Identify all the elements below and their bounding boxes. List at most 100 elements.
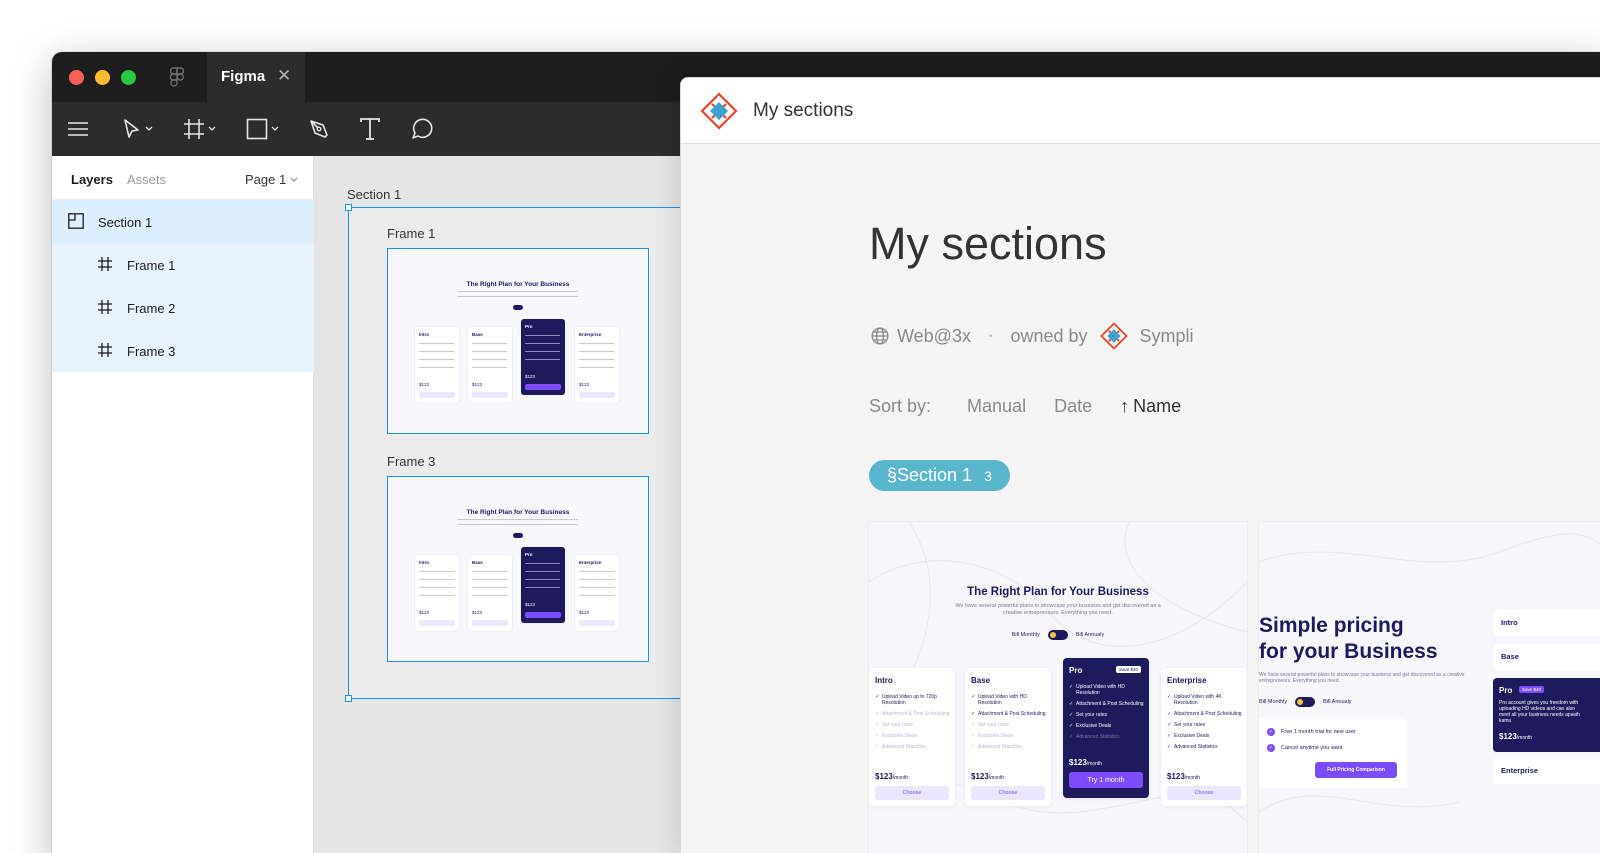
pricing-subtitle: We have several powerful plans to showca…	[1259, 672, 1465, 684]
section-title[interactable]: Section 1	[347, 187, 401, 202]
layer-row-frame-2[interactable]: Frame 2	[52, 286, 314, 329]
hash-icon	[98, 257, 112, 271]
layer-row-frame-3[interactable]: Frame 3	[52, 329, 314, 372]
tier-pro: Pro Save $40 Pro account gives you freed…	[1493, 678, 1600, 752]
owner-name[interactable]: Sympli	[1140, 326, 1194, 347]
layer-row-section-1[interactable]: Section 1	[52, 200, 314, 243]
comment-icon	[412, 118, 433, 139]
mock-card: Enterprise $123	[575, 327, 619, 403]
feature-item: Set your rates	[1069, 712, 1145, 718]
feature-item: Upload Video with HD Resolution	[1069, 684, 1145, 696]
globe-icon	[871, 327, 889, 345]
pricing-mock: The Right Plan for Your Business Intro $1…	[388, 477, 648, 661]
check-icon: ✓	[1267, 744, 1275, 752]
plan-name: Pro	[1069, 666, 1083, 675]
mock-title: The Right Plan for Your Business	[466, 281, 570, 288]
layer-label: Frame 2	[127, 301, 176, 316]
close-window-button[interactable]	[69, 70, 84, 85]
comment-tool-button[interactable]	[410, 114, 434, 144]
mock-card: Intro $123	[415, 555, 459, 631]
page-name: Page 1	[245, 172, 287, 187]
tab-layers[interactable]: Layers	[71, 172, 113, 187]
project-meta: Web@3x • owned by Sympli	[871, 322, 1194, 350]
plan-features: Upload Video with HD Resolution Attachme…	[971, 694, 1047, 755]
plan-description: Pro account gives you freedom with uploa…	[1499, 700, 1580, 724]
plan-features: Upload Video with HD Resolution Attachme…	[1069, 684, 1145, 745]
pricing-heading-line: Simple pricing	[1259, 614, 1404, 637]
close-icon[interactable]: ✕	[277, 66, 291, 86]
mock-card-pro: Pro $123	[521, 319, 565, 395]
billing-toggle-row: Bill Monthly Bill Annualy	[869, 630, 1247, 640]
hamburger-icon	[68, 122, 88, 136]
frame-title[interactable]: Frame 3	[387, 454, 435, 469]
chevron-down-icon	[290, 177, 298, 182]
benefit-item: ✓ Cancel anytime you want	[1267, 744, 1343, 752]
tab-assets[interactable]: Assets	[127, 172, 166, 187]
sort-name-label: Name	[1133, 396, 1182, 416]
plan-try-button: Try 1 month	[1069, 772, 1143, 788]
plan-price: $123/month	[1167, 772, 1201, 781]
check-icon: ✓	[1267, 728, 1275, 736]
cursor-icon	[124, 119, 139, 138]
feature-item: Attachment & Post Scheduling	[875, 711, 951, 717]
desktop: Figma ✕ Layers Assets Page 1 Section 1 F…	[0, 0, 1600, 853]
mock-toggle	[513, 305, 523, 310]
layer-row-frame-1[interactable]: Frame 1	[52, 243, 314, 286]
panel-tabs: Layers Assets Page 1	[52, 156, 313, 200]
mock-card: Base $123	[468, 327, 512, 403]
tab-figma[interactable]: Figma ✕	[207, 52, 305, 102]
layer-label: Frame 1	[127, 258, 176, 273]
feature-item: Advanced Statistics	[971, 744, 1047, 750]
plan-price: $123/month	[875, 772, 909, 781]
pricing-heading: Simple pricing for your Business	[1259, 613, 1479, 665]
maximize-window-button[interactable]	[121, 70, 136, 85]
feature-item: Set your rates	[875, 722, 951, 728]
sort-date[interactable]: Date	[1054, 396, 1092, 417]
frame-3-preview[interactable]: The Right Plan for Your Business Intro $1…	[387, 476, 649, 662]
frame-1-preview[interactable]: The Right Plan for Your Business Intro $1…	[387, 248, 649, 434]
pricing-subtitle: We have several powerful plans to showca…	[955, 603, 1161, 616]
hash-icon	[98, 300, 112, 314]
sympli-logo-icon[interactable]	[700, 92, 738, 130]
mock-card: Intro $123	[415, 327, 459, 403]
tab-label: Figma	[221, 68, 266, 85]
plan-card-enterprise: Enterprise Upload Video with 4K Resoluti…	[1161, 668, 1247, 806]
sort-name[interactable]: ↑ Name	[1120, 396, 1181, 417]
frame-title[interactable]: Frame 1	[387, 226, 435, 241]
screen-thumbnail[interactable]: Simple pricing for your Business We have…	[1259, 522, 1600, 853]
benefit-item: ✓ Free 1 month trial for new user	[1267, 728, 1356, 736]
pen-tool-button[interactable]	[308, 114, 330, 144]
resize-handle[interactable]	[345, 204, 352, 211]
tier-enterprise: Enterprise	[1493, 758, 1600, 784]
pen-icon	[310, 120, 328, 138]
platform-label[interactable]: Web@3x	[897, 326, 971, 347]
feature-item: Exclusive Deals	[1167, 733, 1243, 739]
billing-monthly-label: Bill Monthly	[1011, 632, 1040, 638]
mock-card-pro: Pro $123	[521, 547, 565, 623]
shape-tool-button[interactable]	[246, 114, 279, 144]
plan-name: Base	[971, 676, 991, 685]
plan-choose-button: Choose	[875, 786, 949, 800]
section-chip[interactable]: §Section 1 3	[869, 460, 1010, 491]
save-badge: Save $40	[1115, 666, 1141, 673]
plan-name: Pro	[1499, 686, 1513, 695]
mock-card: Base $123	[468, 555, 512, 631]
minimize-window-button[interactable]	[95, 70, 110, 85]
main-menu-button[interactable]	[68, 114, 88, 144]
plan-name: Enterprise	[1167, 676, 1207, 685]
billing-toggle	[1047, 630, 1068, 640]
sort-manual[interactable]: Manual	[967, 396, 1026, 417]
pricing-heading-line: for your Business	[1259, 640, 1438, 663]
rectangle-icon	[246, 118, 268, 140]
move-tool-button[interactable]	[122, 114, 153, 144]
page-selector[interactable]: Page 1	[245, 172, 298, 187]
figma-logo-icon[interactable]	[170, 67, 184, 88]
feature-item: Exclusive Deals	[971, 733, 1047, 739]
resize-handle[interactable]	[345, 695, 352, 702]
save-badge: Save $40	[1519, 686, 1545, 693]
feature-item: Advanced Statistics	[1069, 734, 1145, 740]
header-title: My sections	[753, 100, 854, 121]
text-tool-button[interactable]	[359, 114, 381, 144]
screen-thumbnail[interactable]: The Right Plan for Your Business We have…	[869, 522, 1247, 853]
frame-tool-button[interactable]	[183, 114, 216, 144]
